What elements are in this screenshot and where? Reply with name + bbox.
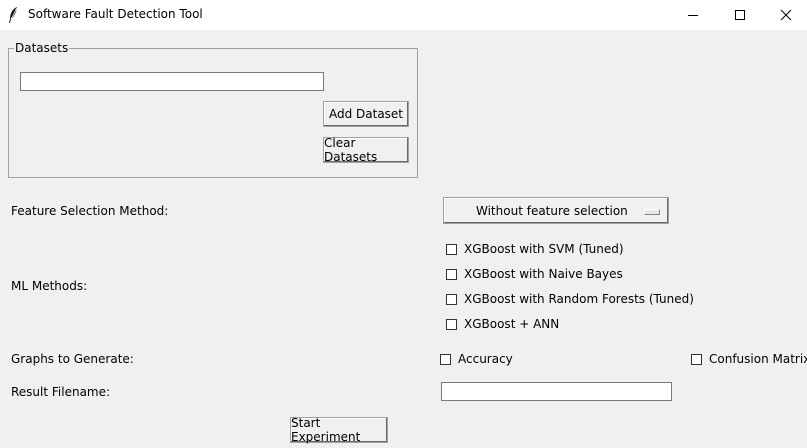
feature-selection-label: Feature Selection Method: [11, 204, 169, 218]
start-experiment-button[interactable]: Start Experiment [290, 416, 388, 444]
dataset-path-input[interactable] [20, 72, 324, 91]
feature-selection-value: Without feature selection [476, 204, 628, 218]
checkbox-box[interactable] [446, 318, 457, 330]
ml-method-naive-bayes-label: XGBoost with Naive Bayes [464, 267, 623, 281]
clear-datasets-button[interactable]: Clear Datasets [323, 136, 409, 164]
graphs-label: Graphs to Generate: [11, 352, 134, 366]
add-dataset-button[interactable]: Add Dataset [323, 101, 409, 127]
checkbox-box[interactable] [446, 268, 457, 280]
checkbox-box[interactable] [440, 353, 451, 365]
result-filename-input[interactable] [441, 382, 672, 401]
close-button[interactable] [763, 0, 807, 30]
ml-methods-label: ML Methods: [11, 279, 88, 293]
checkbox-box[interactable] [446, 293, 457, 305]
graph-accuracy-checkbox[interactable]: Accuracy [440, 352, 513, 366]
datasets-legend: Datasets [14, 41, 70, 55]
ml-method-random-forests-label: XGBoost with Random Forests (Tuned) [464, 292, 694, 306]
graph-confusion-matrix-label: Confusion Matrix [709, 352, 807, 366]
ml-method-ann-label: XGBoost + ANN [464, 317, 560, 331]
maximize-icon [735, 10, 745, 20]
window-title: Software Fault Detection Tool [28, 7, 203, 21]
ml-method-ann-checkbox[interactable]: XGBoost + ANN [446, 317, 559, 331]
ml-method-svm-label: XGBoost with SVM (Tuned) [464, 242, 624, 256]
checkbox-box[interactable] [446, 243, 457, 255]
title-bar[interactable]: Software Fault Detection Tool [0, 0, 807, 30]
feather-icon [7, 6, 21, 24]
ml-method-svm-checkbox[interactable]: XGBoost with SVM (Tuned) [446, 242, 624, 256]
graph-accuracy-label: Accuracy [458, 352, 513, 366]
close-icon [780, 9, 792, 21]
graph-confusion-matrix-checkbox[interactable]: Confusion Matrix [691, 352, 807, 366]
checkbox-box[interactable] [691, 353, 702, 365]
minimize-icon [688, 15, 698, 16]
ml-method-random-forests-checkbox[interactable]: XGBoost with Random Forests (Tuned) [446, 292, 694, 306]
feature-selection-dropdown[interactable]: Without feature selection [443, 197, 669, 224]
maximize-button[interactable] [717, 0, 763, 30]
result-filename-label: Result Filename: [11, 385, 111, 399]
ml-method-naive-bayes-checkbox[interactable]: XGBoost with Naive Bayes [446, 267, 623, 281]
minimize-button[interactable] [670, 0, 716, 30]
dropdown-indicator-icon [644, 209, 660, 215]
